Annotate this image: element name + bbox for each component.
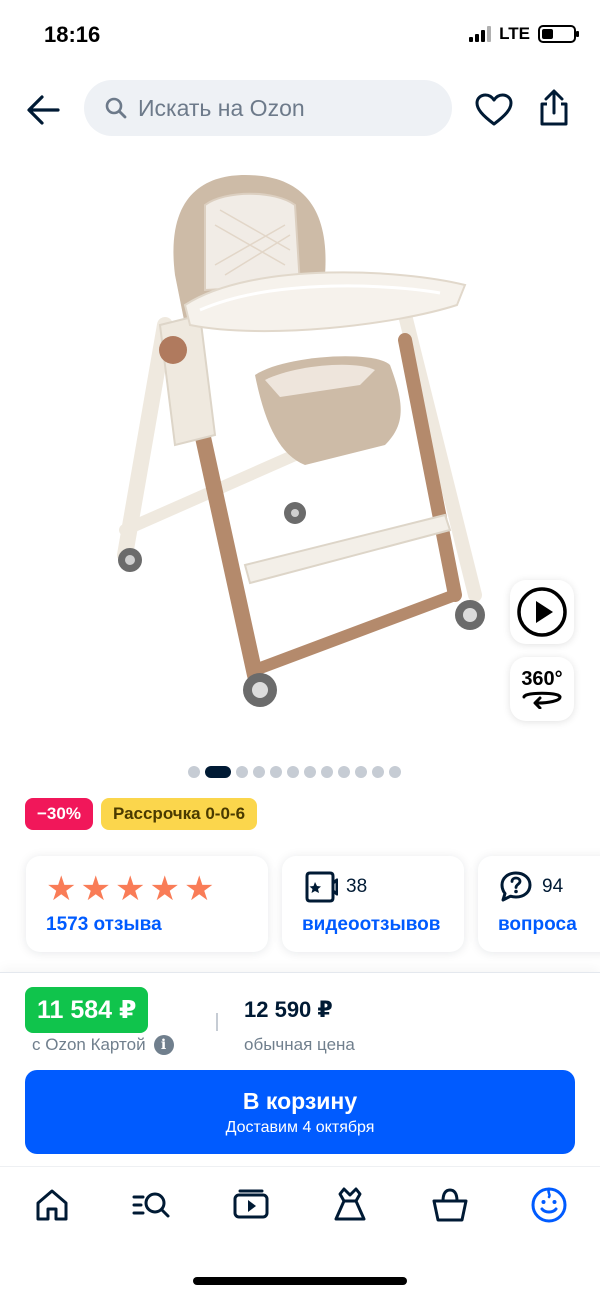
regular-price-label: обычная цена (244, 1035, 355, 1054)
star-icon: ★ (149, 870, 180, 908)
star-icon: ★ (114, 870, 146, 908)
gallery-dot[interactable] (388, 766, 401, 778)
star-icon: ★ (183, 870, 215, 908)
gallery-dot[interactable] (371, 766, 384, 778)
home-icon[interactable] (32, 1185, 72, 1225)
back-arrow-icon[interactable] (22, 88, 66, 132)
gallery-dot[interactable] (354, 766, 367, 778)
questions-link[interactable]: вопроса (498, 914, 577, 936)
questions-card[interactable]: 94 вопроса (478, 856, 600, 952)
home-indicator (193, 1277, 407, 1285)
gallery-dot[interactable] (252, 766, 265, 778)
gallery-dot[interactable] (269, 766, 282, 778)
signal-icon (469, 26, 492, 42)
purchase-panel: 11 584 ₽ с Ozon Картой i 12 590 ₽ обычна… (0, 972, 600, 1166)
play-icon (517, 587, 567, 637)
cart-icon[interactable] (430, 1185, 470, 1225)
gallery-pagination (0, 766, 600, 778)
status-bar: 18:16 LTE (0, 0, 600, 72)
gallery-dot[interactable] (286, 766, 299, 778)
regular-price: 12 590 ₽ (244, 997, 333, 1022)
video-button[interactable] (510, 580, 574, 644)
search-placeholder: Искать на Ozon (138, 94, 305, 121)
video-reviews-count: 38 (346, 876, 368, 897)
question-icon (500, 871, 532, 902)
ozon-card-label-text: с Ozon Картой (32, 1035, 146, 1054)
info-cards: ★ ★ ★ ★ ★ 1573 отзыва 38 видеоотзывов 94 воп… (0, 856, 600, 952)
tour-360-label: 360° (521, 668, 563, 690)
fashion-icon[interactable] (330, 1185, 370, 1225)
search-input[interactable]: Искать на Ozon (84, 80, 452, 136)
info-icon[interactable]: i (153, 1035, 174, 1055)
discount-badge: −30% (25, 798, 93, 830)
gallery-dot[interactable] (303, 766, 316, 778)
product-image[interactable] (105, 165, 500, 725)
heart-icon[interactable] (472, 88, 516, 132)
cart-button-title: В корзину (242, 1087, 358, 1114)
badges: −30% Рассрочка 0-0-6 (25, 798, 258, 830)
cart-button-subtitle: Доставим 4 октября (225, 1118, 375, 1136)
questions-count: 94 (542, 876, 564, 897)
profile-icon[interactable] (529, 1185, 569, 1225)
top-bar: Искать на Ozon (0, 80, 600, 138)
catalog-search-icon[interactable] (131, 1185, 171, 1225)
status-indicators: LTE (469, 24, 579, 44)
tour-360-button[interactable]: 360° (510, 657, 574, 721)
gallery-dot[interactable] (337, 766, 350, 778)
rotate-icon (522, 691, 562, 709)
star-icon: ★ (80, 870, 111, 908)
video-review-icon (305, 871, 338, 903)
video-reviews-link[interactable]: видеоотзывов (302, 914, 440, 936)
rating-card[interactable]: ★ ★ ★ ★ ★ 1573 отзыва (26, 856, 268, 952)
gallery-dot[interactable] (320, 766, 333, 778)
status-time: 18:16 (44, 22, 101, 47)
gallery-dot[interactable] (235, 766, 248, 778)
gallery-dot[interactable] (204, 766, 231, 778)
star-icon: ★ (46, 870, 77, 908)
battery-icon (538, 25, 579, 43)
gallery-dot[interactable] (187, 766, 200, 778)
rating-stars: ★ ★ ★ ★ ★ (46, 872, 214, 906)
network-label: LTE (499, 24, 530, 43)
share-icon[interactable] (532, 86, 576, 130)
reviews-link[interactable]: 1573 отзыва (46, 914, 162, 936)
price-divider (216, 1013, 218, 1031)
add-to-cart-button[interactable]: В корзину Доставим 4 октября (25, 1070, 575, 1154)
search-icon (105, 97, 127, 119)
ozon-card-price-label: с Ozon Картой i (32, 1035, 174, 1055)
video-icon[interactable] (231, 1185, 271, 1225)
installment-badge[interactable]: Рассрочка 0-0-6 (100, 798, 258, 830)
tab-bar (0, 1166, 600, 1246)
video-reviews-card[interactable]: 38 видеоотзывов (282, 856, 464, 952)
ozon-card-price: 11 584 ₽ (25, 987, 149, 1033)
